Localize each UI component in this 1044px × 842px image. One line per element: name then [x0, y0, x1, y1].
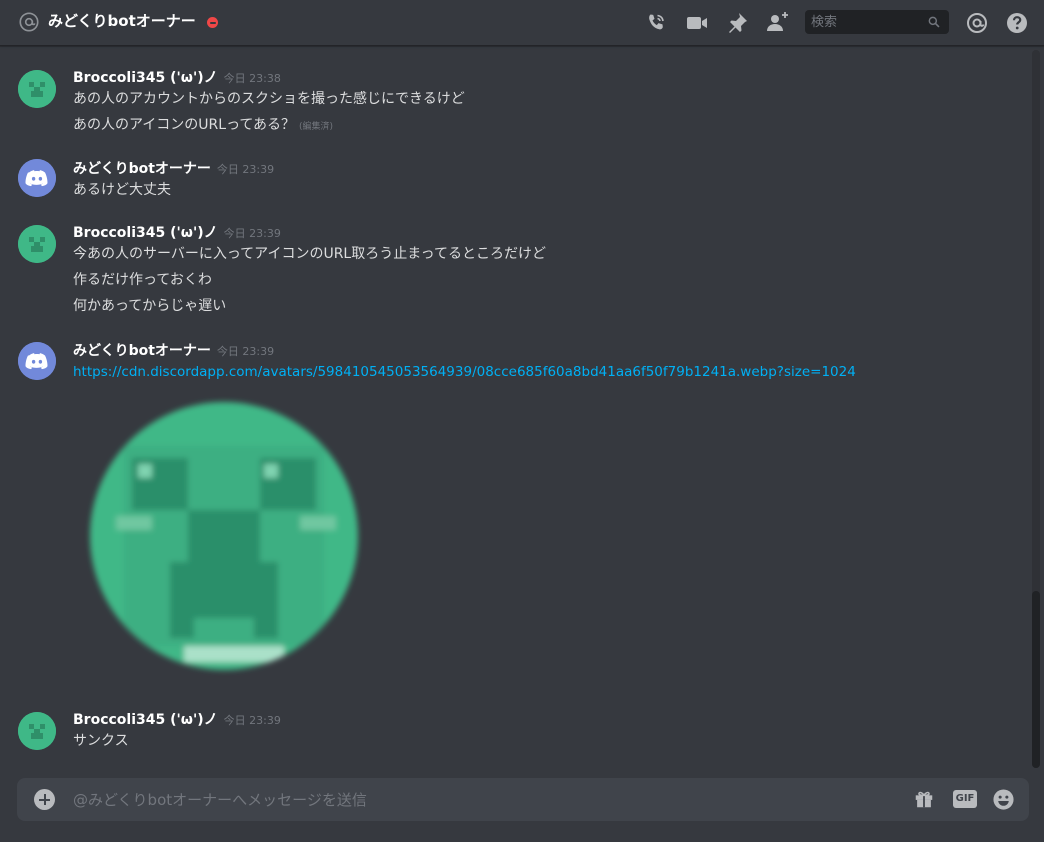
search-input[interactable]: [805, 10, 925, 34]
search-box[interactable]: [805, 10, 949, 34]
message-text: 作るだけ作っておくわ: [73, 272, 212, 288]
scrollbar-thumb[interactable]: [1032, 591, 1040, 768]
message-text: サンクス: [73, 733, 129, 749]
message-timestamp: 今日 23:39: [216, 345, 275, 358]
author-name[interactable]: Broccoli345 ('ω')ノ: [73, 712, 218, 728]
creeper-icon: [18, 225, 56, 263]
call-icon[interactable]: [644, 11, 668, 35]
gif-icon[interactable]: GIF: [953, 790, 977, 808]
creeper-icon: [18, 712, 56, 750]
embedded-image[interactable]: [84, 396, 364, 676]
message-composer: GIF: [17, 778, 1029, 821]
message-timestamp: 今日 23:39: [223, 227, 281, 240]
message-author[interactable]: みどくりbotオーナー 今日 23:39: [73, 342, 274, 361]
discord-logo-icon: [18, 159, 56, 197]
at-icon: [19, 12, 39, 32]
avatar[interactable]: [18, 712, 56, 750]
message-text: あの人のアカウントからのスクショを撮った感じにできるけど: [73, 91, 465, 107]
author-name[interactable]: みどくりbotオーナー: [73, 343, 211, 359]
author-name[interactable]: Broccoli345 ('ω')ノ: [73, 225, 218, 241]
gift-icon[interactable]: [913, 788, 935, 810]
message-author[interactable]: Broccoli345 ('ω')ノ 今日 23:38: [73, 69, 281, 88]
message-timestamp: 今日 23:39: [216, 163, 275, 176]
edited-label: (編集済): [298, 122, 333, 132]
author-name[interactable]: Broccoli345 ('ω')ノ: [73, 70, 218, 86]
message-text: あの人のアイコンのURLってある？ (編集済): [73, 116, 333, 136]
channel-title: みどくりbotオーナー: [48, 12, 196, 30]
message-author[interactable]: Broccoli345 ('ω')ノ 今日 23:39: [73, 711, 281, 730]
mention-icon[interactable]: [965, 11, 989, 35]
search-icon[interactable]: [927, 15, 941, 29]
add-friend-icon[interactable]: [765, 11, 789, 35]
message-timestamp: 今日 23:39: [223, 714, 281, 727]
avatar[interactable]: [18, 70, 56, 108]
pin-icon[interactable]: [725, 11, 749, 35]
message-link[interactable]: https://cdn.discordapp.com/avatars/59841…: [73, 363, 856, 381]
message-text: 今あの人のサーバーに入ってアイコンのURL取ろう止まってるところだけど: [73, 246, 546, 262]
message-text: あるけど大丈夫: [73, 182, 171, 198]
message-input[interactable]: [73, 778, 893, 821]
avatar-url-link[interactable]: https://cdn.discordapp.com/avatars/59841…: [73, 364, 856, 380]
creeper-avatar-image: [90, 402, 358, 670]
message-timestamp: 今日 23:38: [223, 72, 281, 85]
message-text-content: あの人のアイコンのURLってある？: [73, 117, 295, 133]
message-list: Broccoli345 ('ω')ノ 今日 23:38 あの人のアカウントからのス…: [0, 47, 1030, 767]
discord-logo-icon: [18, 342, 56, 380]
author-name[interactable]: みどくりbotオーナー: [73, 161, 211, 177]
channel-header: みどくりbotオーナー: [0, 0, 1044, 46]
message-text: 何かあってからじゃ遅い: [73, 298, 227, 314]
dnd-status-icon: [207, 17, 218, 28]
message-author[interactable]: Broccoli345 ('ω')ノ 今日 23:39: [73, 224, 281, 243]
avatar[interactable]: [18, 342, 56, 380]
avatar[interactable]: [18, 159, 56, 197]
creeper-icon: [18, 70, 56, 108]
help-icon[interactable]: [1005, 11, 1029, 35]
message-author[interactable]: みどくりbotオーナー 今日 23:39: [73, 160, 274, 179]
avatar[interactable]: [18, 225, 56, 263]
plus-icon[interactable]: [34, 789, 55, 810]
emoji-icon[interactable]: [992, 788, 1015, 811]
video-icon[interactable]: [685, 11, 709, 35]
